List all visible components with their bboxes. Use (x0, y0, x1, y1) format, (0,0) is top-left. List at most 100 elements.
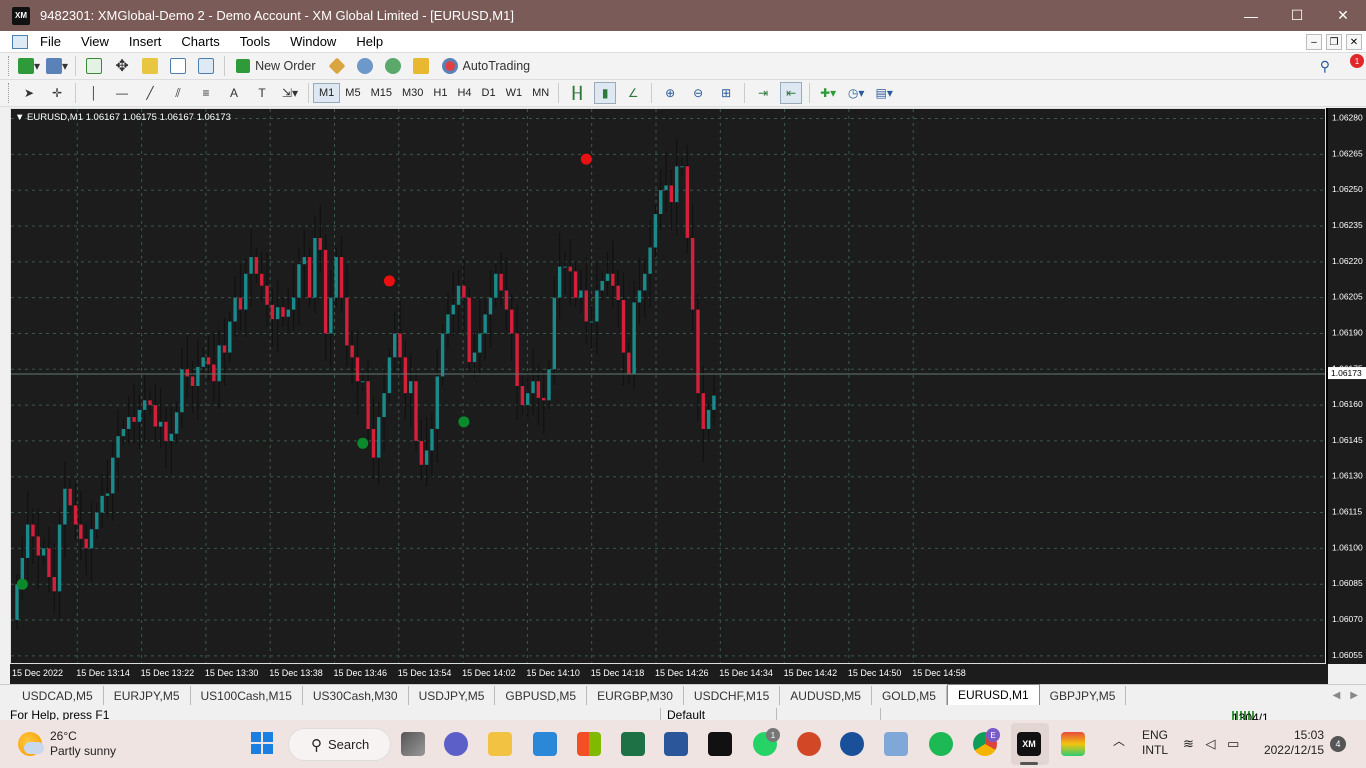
timeframe-m5[interactable]: M5 (340, 83, 365, 103)
periods-icon[interactable]: ◷▾ (845, 82, 867, 104)
word-icon[interactable] (664, 732, 688, 756)
zoom-out-icon[interactable]: ⊖ (687, 82, 709, 104)
menu-charts[interactable]: Charts (171, 34, 229, 49)
mdi-close-button[interactable]: ✕ (1346, 34, 1362, 50)
equidistant-channel-icon[interactable]: ⫽ (167, 82, 189, 104)
chart-area[interactable]: ▼ EURUSD,M1 1.06167 1.06175 1.06167 1.06… (10, 108, 1326, 664)
mail-icon[interactable] (533, 732, 557, 756)
market-icon[interactable] (410, 55, 432, 77)
text-label-icon[interactable]: T (251, 82, 273, 104)
teams-chat-icon[interactable] (444, 732, 468, 756)
search-icon[interactable]: ⚲ (1320, 58, 1330, 75)
network-volume-battery-icon[interactable]: ≋ ◁ ▭ (1183, 736, 1243, 751)
menu-file[interactable]: File (30, 34, 71, 49)
tab-eurjpy-m5[interactable]: EURJPY,M5 (104, 686, 191, 705)
tab-usdchf-m15[interactable]: USDCHF,M15 (684, 686, 781, 705)
timeframe-m1[interactable]: M1 (313, 83, 341, 103)
timeframe-m15[interactable]: M15 (366, 83, 397, 103)
file-explorer-icon[interactable] (488, 732, 512, 756)
spotify-icon[interactable] (929, 732, 953, 756)
timeframe-mn[interactable]: MN (527, 83, 554, 103)
bluestacks-icon[interactable] (1061, 732, 1085, 756)
text-icon[interactable]: A (223, 82, 245, 104)
tab-us30cash-m30[interactable]: US30Cash,M30 (303, 686, 409, 705)
excel-icon[interactable] (621, 732, 645, 756)
new-chart-icon[interactable]: ▾ (18, 55, 40, 77)
autotrading-button[interactable]: AutoTrading (438, 55, 535, 77)
auto-scroll-icon[interactable]: ⇥ (752, 82, 774, 104)
show-hidden-icons-icon[interactable]: ︿ (1113, 734, 1125, 749)
mql5-icon[interactable] (382, 55, 404, 77)
time-tick-label: 15 Dec 14:02 (462, 668, 516, 678)
maximize-button[interactable]: ☐ (1274, 0, 1320, 31)
fibonacci-icon[interactable]: ≡ (195, 82, 217, 104)
market-watch-icon[interactable] (83, 55, 105, 77)
xm-terminal-icon[interactable]: XM (1017, 732, 1041, 756)
zoom-in-icon[interactable]: ⊕ (659, 82, 681, 104)
bar-chart-icon[interactable]: ┠┨ (566, 82, 588, 104)
tile-windows-icon[interactable]: ⊞ (715, 82, 737, 104)
metaeditor-icon[interactable] (326, 55, 348, 77)
tab-scroll-right-icon[interactable]: ▶ (1350, 690, 1358, 701)
vpn-icon[interactable] (840, 732, 864, 756)
candle-body (217, 345, 221, 382)
start-button[interactable] (251, 732, 273, 754)
menu-help[interactable]: Help (346, 34, 393, 49)
tab-usdjpy-m5[interactable]: USDJPY,M5 (409, 686, 496, 705)
powerpoint-icon[interactable] (797, 732, 821, 756)
terminal-icon[interactable] (167, 55, 189, 77)
tab-eurusd-m1[interactable]: EURUSD,M1 (946, 684, 1040, 705)
mdi-minimize-button[interactable]: – (1306, 34, 1322, 50)
mdi-restore-button[interactable]: ❐ (1326, 34, 1342, 50)
trendline-icon[interactable]: ╱ (139, 82, 161, 104)
chart-shift-icon[interactable]: ⇤ (780, 82, 803, 104)
tab-gbpjpy-m5[interactable]: GBPJPY,M5 (1040, 686, 1127, 705)
indicators-icon[interactable]: ✚▾ (817, 82, 839, 104)
tab-gbpusd-m5[interactable]: GBPUSD,M5 (495, 686, 588, 705)
close-button[interactable]: ✕ (1320, 0, 1366, 31)
clock[interactable]: 15:03 2022/12/15 (1262, 728, 1324, 758)
menu-tools[interactable]: Tools (230, 34, 280, 49)
weather-widget[interactable]: 26°C Partly sunny (18, 729, 116, 759)
tab-scroll-left-icon[interactable]: ◀ (1333, 690, 1341, 701)
taskbar-search[interactable]: ⚲ Search (288, 728, 391, 761)
timeframe-m30[interactable]: M30 (397, 83, 428, 103)
templates-icon[interactable]: ▤▾ (873, 82, 895, 104)
microsoft-store-icon[interactable] (577, 732, 601, 756)
tab-gold-m5[interactable]: GOLD,M5 (872, 686, 947, 705)
tab-audusd-m5[interactable]: AUDUSD,M5 (780, 686, 872, 705)
signals-icon[interactable] (354, 55, 376, 77)
menu-window[interactable]: Window (280, 34, 346, 49)
profiles-icon[interactable]: ▾ (46, 55, 68, 77)
crosshair-icon[interactable]: ✛ (46, 82, 68, 104)
timeframe-d1[interactable]: D1 (477, 83, 501, 103)
menu-view[interactable]: View (71, 34, 119, 49)
strategy-tester-icon[interactable] (195, 55, 217, 77)
app-menu-icon[interactable] (12, 34, 28, 49)
candle-body (116, 436, 120, 458)
timeframe-h1[interactable]: H1 (428, 83, 452, 103)
line-chart-icon[interactable]: ∠ (622, 82, 644, 104)
timeframe-h4[interactable]: H4 (452, 83, 476, 103)
horizontal-line-icon[interactable]: — (111, 82, 133, 104)
vertical-line-icon[interactable]: │ (83, 82, 105, 104)
timeframe-w1[interactable]: W1 (501, 83, 528, 103)
tab-us100cash-m15[interactable]: US100Cash,M15 (191, 686, 303, 705)
tab-eurgbp-m30[interactable]: EURGBP,M30 (587, 686, 684, 705)
candlestick-icon[interactable]: ▮ (594, 82, 617, 104)
notification-count[interactable]: 4 (1330, 736, 1346, 752)
menu-insert[interactable]: Insert (119, 34, 172, 49)
cursor-icon[interactable]: ➤ (18, 82, 40, 104)
candle-body (350, 345, 354, 358)
data-window-icon[interactable]: ✥ (111, 55, 133, 77)
new-order-button[interactable]: New Order (232, 55, 319, 77)
arrows-icon[interactable]: ⇲▾ (279, 82, 301, 104)
language-indicator[interactable]: ENG INTL (1142, 728, 1168, 758)
task-view-icon[interactable] (401, 732, 425, 756)
minimize-button[interactable]: — (1228, 0, 1274, 31)
alerts-icon[interactable]: 1 (1342, 54, 1364, 74)
stocks-icon[interactable] (884, 732, 908, 756)
amazon-icon[interactable] (708, 732, 732, 756)
tab-usdcad-m5[interactable]: USDCAD,M5 (12, 686, 104, 705)
navigator-icon[interactable] (139, 55, 161, 77)
